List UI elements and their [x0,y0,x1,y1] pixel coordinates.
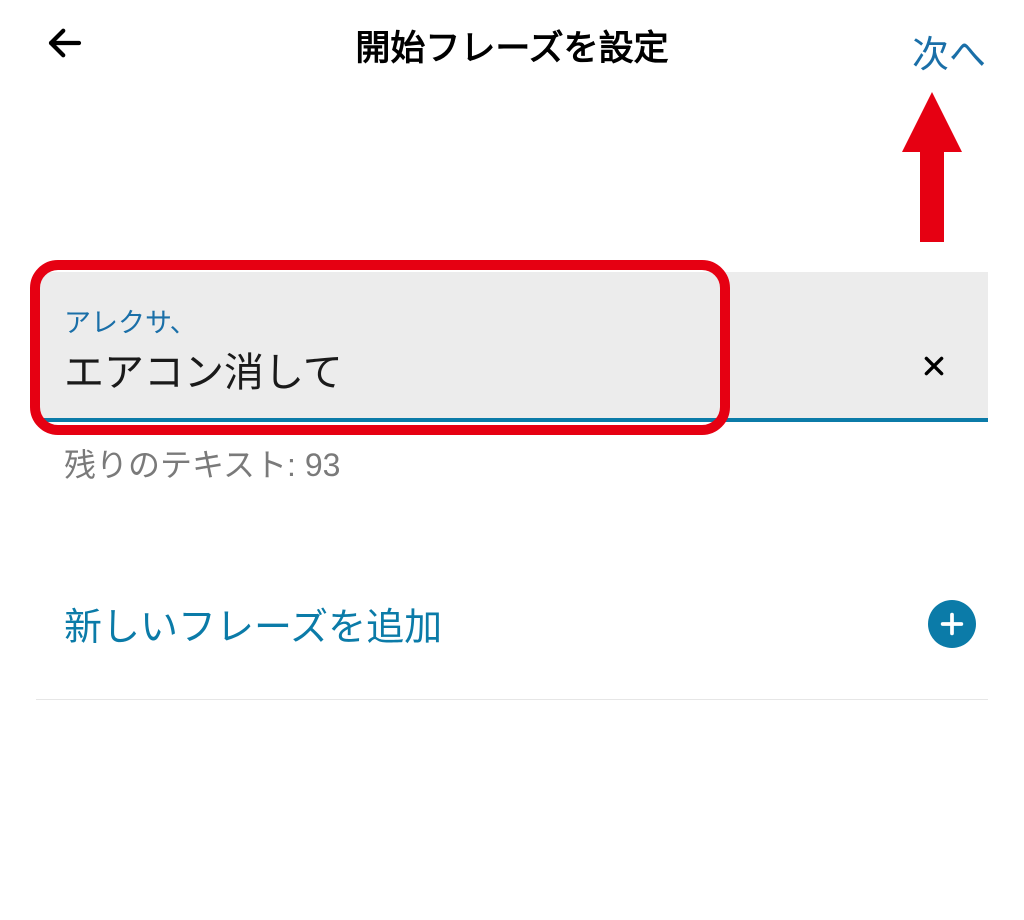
plus-circle-icon [928,600,976,648]
phrase-card-wrap: アレクサ、 [36,272,988,422]
remaining-text: 残りのテキスト: 93 [64,440,988,486]
phrase-input[interactable] [64,346,914,391]
phrase-card[interactable]: アレクサ、 [36,272,988,422]
add-phrase-label: 新しいフレーズを追加 [64,596,442,651]
next-button[interactable]: 次へ [912,24,986,78]
page-title: 開始フレーズを設定 [0,20,1024,71]
wake-word-label: アレクサ、 [64,301,960,340]
close-icon [921,349,947,388]
content: アレクサ、 残りのテキスト: 93 新しいフレーズを追加 [0,272,1024,700]
clear-button[interactable] [914,349,954,389]
header: 開始フレーズを設定 次へ [0,0,1024,90]
phrase-input-row [64,346,960,391]
arrow-up-annotation-icon [902,92,962,242]
add-phrase-button[interactable]: 新しいフレーズを追加 [36,596,988,700]
